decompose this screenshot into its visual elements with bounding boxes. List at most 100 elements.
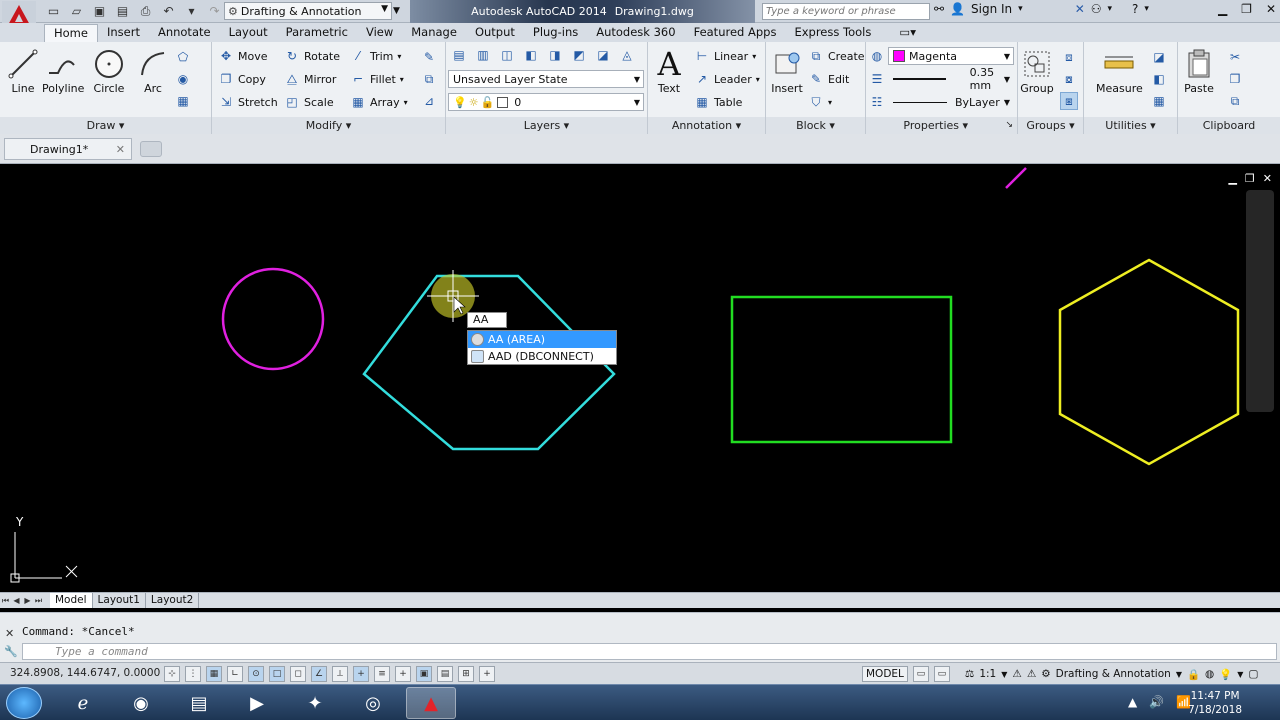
linetype-dropdown[interactable]: ByLayer ▼ [888,93,1014,111]
quick-view-layouts-icon[interactable]: ▭ [912,666,929,682]
array-tool[interactable]: ▦ Array ▾ [350,92,407,112]
model-space-button[interactable]: MODEL [862,666,908,682]
stretch-tool[interactable]: ⇲ Stretch [218,92,278,112]
tab-annotate[interactable]: Annotate [149,24,220,42]
lineweight-toggle-icon[interactable]: ≡ [374,666,390,682]
layout-tab-layout2[interactable]: Layout2 [146,593,200,608]
tab-parametric[interactable]: Parametric [277,24,357,42]
new-drawing-tab-button[interactable] [140,141,162,157]
edit-block-tool[interactable]: ✎ Edit [808,69,849,89]
paste-tool[interactable]: Paste [1182,46,1216,95]
chevron-down-icon[interactable]: ▾ [1018,4,1023,14]
chevron-down-icon[interactable]: ▾ [1108,4,1113,14]
linear-dimension-tool[interactable]: ⊢ Linear ▾ [694,46,756,66]
osnap-icon[interactable]: □ [269,666,285,682]
green-rectangle[interactable] [730,295,953,444]
help-icon[interactable]: ? [1132,2,1138,16]
qat-customize-icon[interactable]: ▼ [393,2,405,20]
selection-cycling-icon[interactable]: ▤ [437,666,453,682]
group-edit-icon[interactable]: ⧇ [1060,70,1078,88]
document-tab-drawing1[interactable]: Drawing1* ✕ [4,138,132,160]
redo-icon[interactable]: ↷ [205,2,224,20]
prev-layout-icon[interactable]: ◀ [11,596,22,605]
autocad-taskbar-icon[interactable]: ▲ [406,687,456,719]
grid-icon[interactable]: ▦ [206,666,222,682]
select-all-icon[interactable]: ◧ [1150,70,1168,88]
chevron-down-icon[interactable]: ▼ [1237,670,1243,679]
tab-express-tools[interactable]: Express Tools [785,24,880,42]
layout-tab-layout1[interactable]: Layout1 [93,593,146,608]
groups-panel-title[interactable]: Groups ▾ [1018,117,1083,134]
open-file-icon[interactable]: ▱ [67,2,86,20]
close-icon[interactable]: ✕ [5,627,14,640]
yellow-hexagon[interactable] [1058,258,1240,466]
match-properties-icon[interactable]: ◍ [868,47,886,65]
layer-properties-icon[interactable]: ▤ [450,46,468,64]
auto-scale-icon[interactable]: ⚠ [1027,668,1036,680]
quick-select-icon[interactable]: ◪ [1150,48,1168,66]
polyline-tool[interactable]: Polyline [42,46,84,95]
sign-in-link[interactable]: Sign In [971,2,1012,16]
trim-tool[interactable]: ⁄ Trim ▾ [350,46,401,66]
tab-autodesk-360[interactable]: Autodesk 360 [587,24,684,42]
create-block-tool[interactable]: ⧉ Create [808,46,865,66]
move-tool[interactable]: ✥ Move [218,46,268,66]
lineweight-icon[interactable]: ☰ [868,70,886,88]
layer-dropdown[interactable]: 💡 ☼ 🔓 0 ▼ [448,93,644,111]
next-layout-icon[interactable]: ▶ [22,596,33,605]
chevron-down-icon[interactable]: ▼ [1176,670,1182,679]
save-icon[interactable]: ▣ [90,2,109,20]
lineweight-dropdown[interactable]: 0.35 mm ▼ [888,66,1014,92]
close-icon[interactable]: ✕ [1263,172,1272,185]
infer-constraints-icon[interactable]: ⊹ [164,666,180,682]
copy-clip-icon[interactable]: ❐ [1226,70,1244,88]
dialog-launcher-icon[interactable]: ↘ [1005,117,1013,134]
tab-view[interactable]: View [357,24,402,42]
layer-unisolate-icon[interactable]: ◨ [546,46,564,64]
chevron-up-icon[interactable]: ▲ [1128,695,1137,709]
chevron-down-icon[interactable]: ▾ [1144,4,1149,14]
annotation-scale[interactable]: 1:1 [979,668,996,680]
insert-block-tool[interactable]: Insert [770,46,804,95]
hardware-accel-icon[interactable]: ◍ [1205,668,1214,680]
new-file-icon[interactable]: ▭ [44,2,63,20]
block-panel-title[interactable]: Block ▾ [766,117,865,134]
erase-icon[interactable]: ✎ [420,48,438,66]
group-selection-icon[interactable]: ⧆ [1060,92,1078,110]
status-workspace[interactable]: Drafting & Annotation [1056,668,1171,680]
ribbon-options-icon[interactable]: ▭▾ [890,24,925,42]
tab-home[interactable]: Home [44,24,98,42]
command-input[interactable]: Type a command [22,643,1277,660]
tab-featured-apps[interactable]: Featured Apps [685,24,786,42]
layer-freeze-icon[interactable]: ◩ [570,46,588,64]
binoculars-icon[interactable]: ⚯ [934,2,944,16]
restore-icon[interactable]: ❐ [1241,2,1252,16]
workspace-gear-icon[interactable]: ⚙ [1041,668,1050,680]
tab-output[interactable]: Output [466,24,524,42]
undo-icon[interactable]: ↶ [159,2,178,20]
copy-base-icon[interactable]: ⧉ [1226,92,1244,110]
clean-screen-icon[interactable]: ▢ [1248,668,1258,680]
utilities-panel-title[interactable]: Utilities ▾ [1084,117,1177,134]
save-as-icon[interactable]: ▤ [113,2,132,20]
transparency-icon[interactable]: + [395,666,411,682]
dynamic-input-icon[interactable]: + [353,666,369,682]
firefox-icon[interactable]: ◉ [116,687,166,719]
quick-view-drawings-icon[interactable]: ▭ [933,666,950,682]
close-icon[interactable]: ✕ [1266,2,1276,16]
attribute-tool[interactable]: ⛉ ▾ [808,92,832,112]
ungroup-icon[interactable]: ⧈ [1060,48,1078,66]
calculator-icon[interactable]: ▦ [1150,92,1168,110]
navigation-bar[interactable] [1246,190,1274,412]
search-input[interactable]: Type a keyword or phrase [762,3,930,20]
annotation-monitor-icon[interactable]: ⊞ [458,666,474,682]
scale-tool[interactable]: ◰ Scale [284,92,333,112]
linetype-icon[interactable]: ☷ [868,93,886,111]
otrack-icon[interactable]: ∠ [311,666,327,682]
autocomplete-item-dbconnect[interactable]: AAD (DBCONNECT) [468,348,616,365]
layers-panel-title[interactable]: Layers ▾ [446,117,647,134]
last-layout-icon[interactable]: ⏭ [33,596,44,606]
arc-tool[interactable]: Arc [136,46,170,95]
wrench-icon[interactable]: 🔧 [4,645,18,658]
layer-off-icon[interactable]: ◪ [594,46,612,64]
